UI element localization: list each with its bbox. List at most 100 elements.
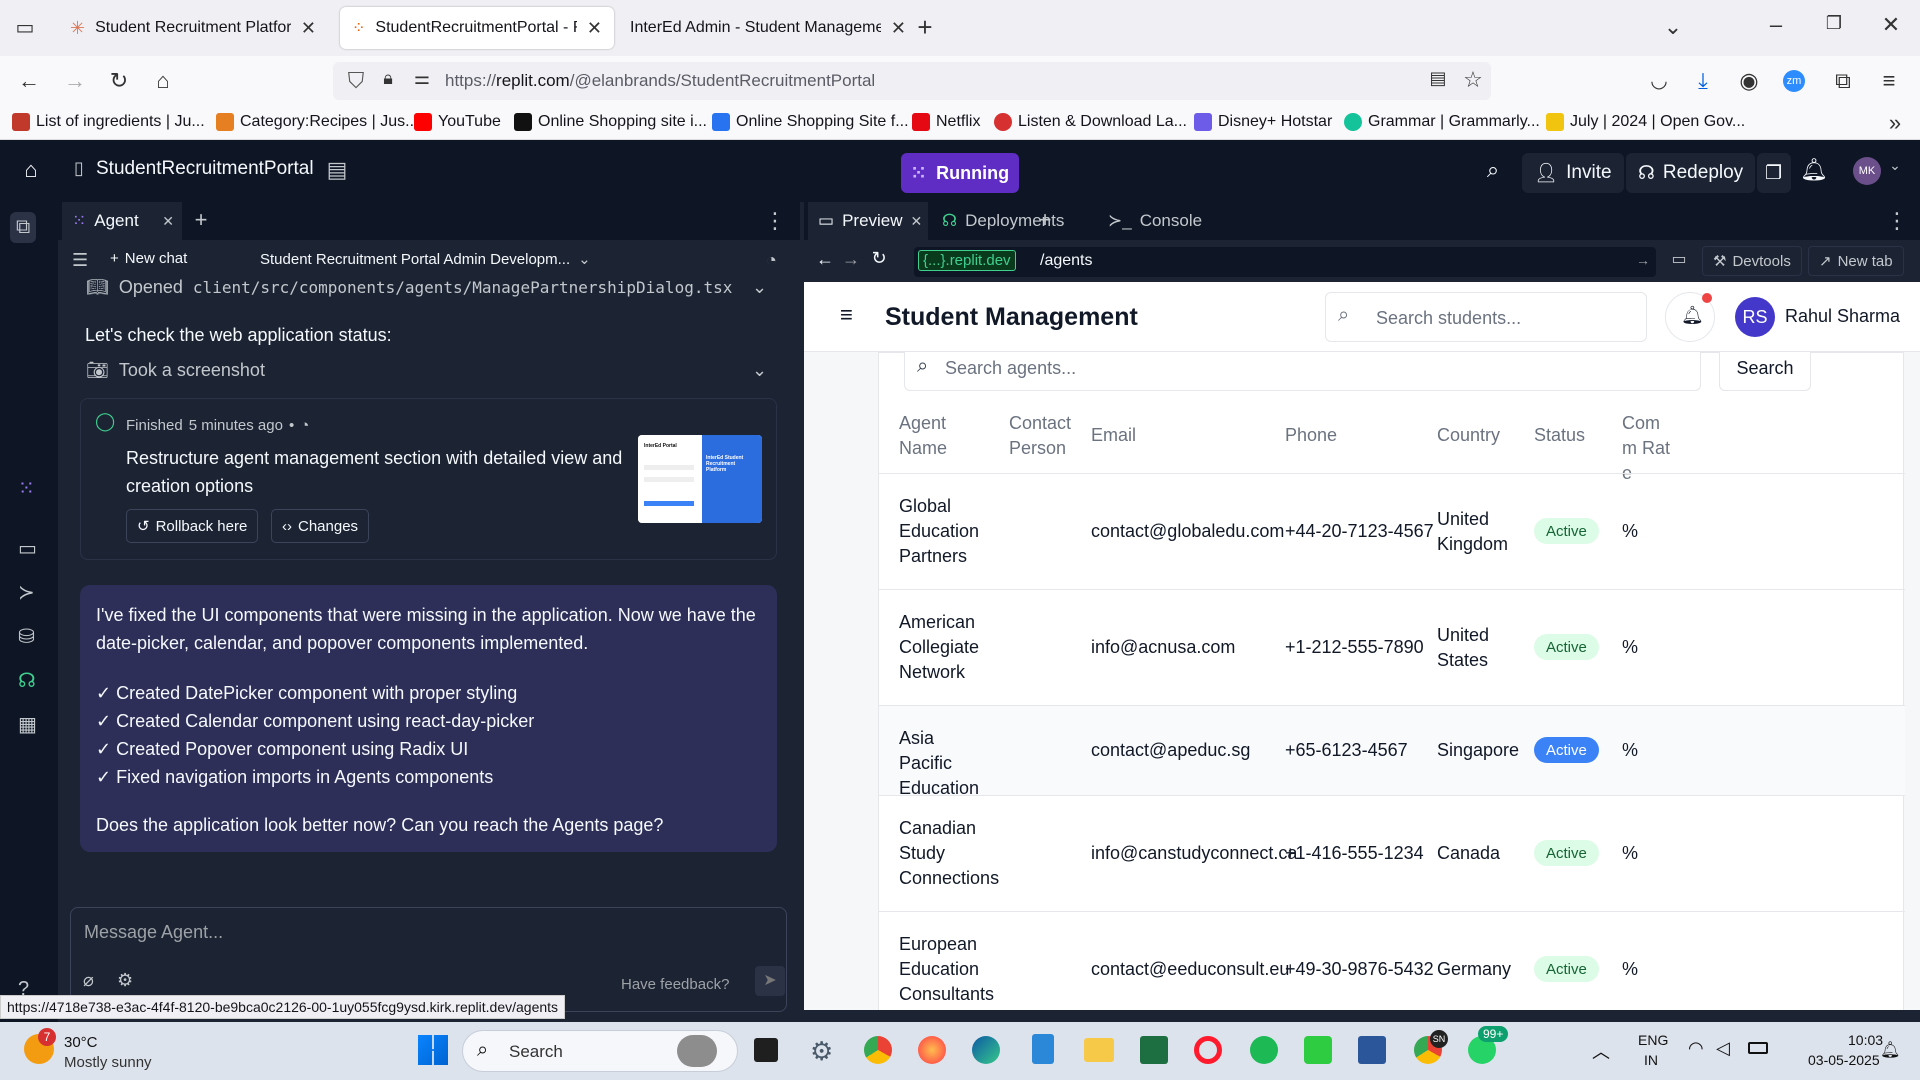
chevron-down-icon[interactable]: ⌄ (1882, 157, 1908, 174)
sidebar-toggle-icon[interactable]: ▤ (324, 157, 350, 183)
attach-icon[interactable]: ⌀ (83, 970, 94, 991)
tab-preview[interactable]: ▭ Preview ✕ (808, 202, 928, 240)
file-explorer-icon[interactable] (1084, 1038, 1114, 1062)
new-tab-button[interactable]: ↗ New tab (1808, 246, 1904, 276)
pocket-icon[interactable]: ◡ (1646, 68, 1672, 93)
bookmark-item[interactable]: Disney+ Hotstar (1194, 113, 1332, 131)
running-button[interactable]: ⁙ Running (901, 153, 1019, 193)
table-row[interactable]: Asia Pacific Education contact@apeduc.sg… (879, 705, 1905, 798)
column-header-email[interactable]: Email (1091, 423, 1136, 448)
send-icon[interactable]: ➤ (755, 966, 785, 996)
bookmark-item[interactable]: Online Shopping Site f... (712, 113, 909, 131)
bookmark-item[interactable]: Category:Recipes | Jus... (216, 113, 418, 131)
word-icon[interactable] (1358, 1036, 1386, 1064)
bookmark-item[interactable]: Netflix (912, 113, 980, 131)
extensions-icon[interactable]: ⧉ (1830, 68, 1856, 94)
devtools-button[interactable]: ⚒ Devtools (1702, 246, 1802, 276)
user-name[interactable]: Rahul Sharma (1785, 306, 1900, 327)
opened-file-row[interactable]: 📖︎ Opened client/src/components/agents/M… (86, 277, 732, 298)
zoom-extension-icon[interactable]: zm (1783, 70, 1805, 92)
restore-icon[interactable]: ❐ (1821, 13, 1847, 34)
windows-start-icon[interactable] (418, 1035, 448, 1065)
responsive-icon[interactable]: ▭ (1666, 249, 1692, 269)
menu-icon[interactable]: ≡ (1876, 68, 1902, 94)
url-bar[interactable]: ⛉ 🔒︎ ⚌ https://replit.com/@elanbrands/St… (333, 62, 1491, 100)
language-primary[interactable]: ENG (1638, 1032, 1668, 1048)
console-icon[interactable]: ≻ (18, 580, 35, 605)
browser-tab-3[interactable]: InterEd Admin - Student Manageme ✕ (618, 7, 918, 49)
lock-icon[interactable]: 🔒︎ (375, 68, 401, 89)
preview-url-bar[interactable]: {...}.replit.dev /agents → (914, 247, 1656, 277)
edge-icon[interactable] (972, 1036, 1000, 1064)
table-row[interactable]: American Collegiate Network info@acnusa.… (879, 589, 1905, 705)
new-chat-button[interactable]: + New chat (110, 250, 187, 267)
chevron-up-icon[interactable]: ︿ (1592, 1038, 1610, 1064)
chevron-down-icon[interactable]: ⌄ (752, 277, 767, 298)
close-icon[interactable]: ✕ (911, 213, 923, 230)
column-header-phone[interactable]: Phone (1285, 423, 1337, 448)
multiplayer-button[interactable]: ❐ (1757, 153, 1791, 193)
browser-tab-1[interactable]: ✳ Student Recruitment Platform D ✕ (58, 7, 328, 49)
bookmark-item[interactable]: Online Shopping site i... (514, 113, 707, 131)
bookmark-item[interactable]: Grammar | Grammarly... (1344, 113, 1540, 131)
changes-button[interactable]: ‹› Changes (271, 509, 370, 543)
taskbar-search[interactable]: ⌕ Search (462, 1030, 738, 1072)
language-secondary[interactable]: IN (1644, 1052, 1658, 1068)
search-icon[interactable]: ⌕ (1480, 157, 1506, 183)
app-icon[interactable] (1304, 1036, 1332, 1064)
tab-list-icon[interactable]: ▭ (12, 15, 38, 40)
volume-icon[interactable]: ◁ (1716, 1038, 1730, 1059)
more-options-icon[interactable]: ⋮ (1884, 208, 1910, 234)
agent-icon[interactable]: ⁙ (18, 476, 35, 501)
forward-icon[interactable]: → (62, 68, 88, 94)
clock-date[interactable]: 03-05-2025 (1808, 1052, 1880, 1068)
back-icon[interactable]: ← (812, 249, 838, 270)
chrome-icon[interactable] (864, 1036, 892, 1064)
rollback-button[interactable]: ↺ Rollback here (126, 509, 259, 543)
home-icon[interactable]: ⌂ (18, 157, 44, 183)
excel-icon[interactable] (1140, 1036, 1168, 1064)
notepad-icon[interactable] (1032, 1034, 1054, 1064)
bookmark-item[interactable]: YouTube (414, 113, 501, 131)
files-icon[interactable]: ⧉ (10, 212, 37, 243)
close-window-icon[interactable]: ✕ (1878, 12, 1904, 38)
firefox-icon[interactable] (918, 1036, 946, 1064)
download-icon[interactable]: ⤓ (1690, 68, 1716, 94)
feedback-link[interactable]: Have feedback? (621, 976, 729, 993)
settings-icon[interactable]: ⚙ (810, 1036, 833, 1067)
go-icon[interactable]: → (1636, 252, 1650, 268)
reader-view-icon[interactable]: ▤ (1425, 68, 1451, 89)
column-header-status[interactable]: Status (1534, 423, 1585, 448)
battery-icon[interactable] (1748, 1042, 1768, 1054)
column-header-country[interactable]: Country (1437, 423, 1500, 448)
bookmark-item[interactable]: Listen & Download La... (994, 113, 1187, 131)
reload-icon[interactable]: ↻ (106, 68, 132, 94)
new-tab-icon[interactable]: + (912, 12, 938, 43)
chevron-down-icon[interactable]: ⌄ (752, 360, 767, 381)
chat-list-icon[interactable]: ☰ (72, 250, 88, 271)
reload-icon[interactable]: ↻ (866, 248, 892, 269)
project-name[interactable]: StudentRecruitmentPortal (96, 158, 314, 180)
more-options-icon[interactable]: ⋮ (762, 208, 788, 234)
clock-time[interactable]: 10:03 (1848, 1032, 1883, 1048)
home-icon[interactable]: ⌂ (150, 68, 176, 94)
tab-deployments[interactable]: ☊ Deployments (932, 202, 1074, 240)
account-icon[interactable]: ◉ (1736, 68, 1762, 94)
back-icon[interactable]: ← (16, 68, 42, 94)
spotify-icon[interactable] (1250, 1036, 1278, 1064)
table-row[interactable]: European Education Consultants contact@e… (879, 911, 1905, 1010)
column-header-agent-name[interactable]: Agent Name (899, 411, 979, 461)
close-tab-icon[interactable]: ✕ (587, 18, 602, 39)
database-icon[interactable]: ⛁ (18, 624, 35, 649)
settings-icon[interactable]: ⚙ (117, 970, 133, 991)
invite-button[interactable]: 👤︎ Invite (1522, 153, 1624, 193)
hamburger-menu-icon[interactable]: ≡ (840, 302, 853, 328)
chevron-down-icon[interactable]: ⌄ (1660, 14, 1686, 40)
minimize-icon[interactable]: – (1763, 12, 1789, 38)
speed-icon[interactable]: ◔ (766, 250, 777, 271)
bookmark-item[interactable]: List of ingredients | Ju... (12, 113, 205, 131)
bookmark-star-icon[interactable]: ☆ (1460, 67, 1486, 93)
task-view-icon[interactable] (754, 1038, 778, 1062)
chat-title-dropdown[interactable]: Student Recruitment Portal Admin Develop… (260, 250, 591, 269)
browser-tab-2[interactable]: ⁘ StudentRecruitmentPortal - Rep ✕ (340, 7, 614, 49)
